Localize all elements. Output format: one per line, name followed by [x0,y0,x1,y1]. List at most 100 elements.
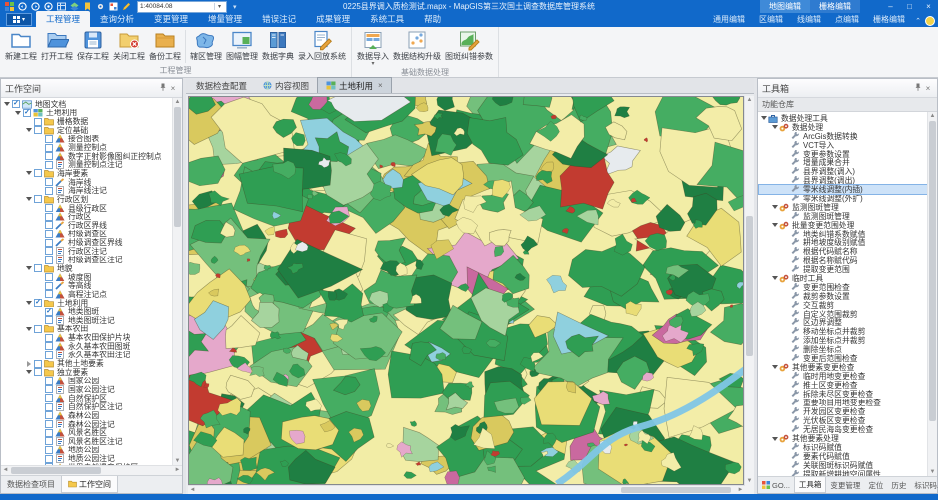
expander-icon[interactable] [771,435,779,443]
layer-tree-item[interactable]: 永久基本农田图斑 [2,342,172,351]
layer-checkbox[interactable] [45,385,53,394]
layer-tree-item[interactable]: 行政区划 [2,195,172,204]
tool-tree-item[interactable]: 变更范围检查 [759,282,927,292]
scrollbar-thumb[interactable] [746,216,753,356]
tool-tree-item[interactable]: 开发园区变更检查 [759,407,927,416]
expander-icon[interactable] [25,325,33,333]
layer-tree-item[interactable]: 行政区界线 [2,221,172,230]
tool-tree-item[interactable]: 数据处理 [759,123,927,132]
vertical-scrollbar[interactable]: ▲ ▼ [172,98,182,465]
expander-icon[interactable] [25,169,33,177]
layer-tree-item[interactable]: 地类图斑注记 [2,316,172,325]
layer-tree-item[interactable]: 测量控制点 [2,143,172,152]
tool-tree-item[interactable]: 监测图斑管理 [759,203,927,212]
tool-tree-item[interactable]: 临时用地变更检查 [759,371,927,381]
layer-tree-item[interactable]: 自然保护区注记 [2,402,172,412]
edit-tab[interactable]: 通用编辑 [706,12,752,27]
scroll-up-icon[interactable]: ▲ [173,98,182,106]
expander-icon[interactable] [14,109,22,117]
layer-checkbox[interactable] [45,273,53,282]
panel-tab[interactable]: 标识码... [910,477,938,493]
layer-tree-item[interactable]: 风景名胜区 [2,428,172,437]
redo-icon[interactable] [30,2,40,12]
layer-checkbox[interactable] [45,445,53,454]
layer-checkbox[interactable] [45,428,53,437]
layer-tree-item[interactable]: ✓ 地图文档 [2,100,172,109]
scrollbar-thumb[interactable] [174,107,181,227]
ribbon-button[interactable]: 保存工程 [75,28,111,65]
tool-tree-item[interactable]: 耕地坡度级别赋值 [759,238,927,247]
layer-tree-item[interactable]: 定位基础 [2,126,172,135]
layer-tree-item[interactable]: 基本农田 [2,325,172,333]
help-bulb-icon[interactable] [925,16,935,26]
layer-checkbox[interactable] [45,411,53,420]
tool-tree-item[interactable]: 关联图斑标识码赋值 [759,460,927,470]
layer-tree-item[interactable]: 国家公园注记 [2,385,172,394]
layer-tree-item[interactable]: 地质公园 [2,445,172,454]
panel-tab[interactable]: GO... [758,477,794,493]
expander-icon[interactable] [771,274,779,282]
ribbon-button[interactable]: 数据字典 [260,28,296,65]
tool-tree-item[interactable]: 要素代码赋值 [759,451,927,461]
layer-tree-item[interactable]: 数字正射影像图纠正控制点 [2,152,172,160]
layer-checkbox[interactable] [45,333,53,342]
document-tab[interactable]: 数据检查配置 [188,78,255,93]
layer-tree-item[interactable]: ✓ 地类图斑 [2,307,172,316]
tool-tree-item[interactable]: 根据代码赋名称 [759,247,927,256]
scroll-right-icon[interactable]: ► [173,466,182,475]
tool-tree-item[interactable]: 自定义范围裁剪 [759,309,927,318]
close-button[interactable]: × [919,0,938,13]
scroll-right-icon[interactable]: ► [736,486,745,495]
panel-tab[interactable]: 工具箱 [793,477,827,493]
layer-tree-item[interactable]: 国家公园 [2,377,172,385]
layer-checkbox[interactable] [34,264,42,273]
mapgis-logo-icon[interactable] [4,2,14,12]
layer-checkbox[interactable] [45,454,53,463]
panel-tab[interactable]: 定位 [864,477,887,493]
bookmark-icon[interactable] [82,2,92,12]
layer-checkbox[interactable] [34,117,42,126]
panel-tab[interactable]: 数据检查项目 [1,476,61,493]
ribbon-button[interactable]: 关闭工程 [111,28,147,65]
tool-tree-item[interactable]: 重要项目用地变更检查 [759,398,927,407]
edit-tab[interactable]: 点编辑 [828,12,866,27]
tool-tree-item[interactable]: 数据处理工具 [759,114,927,123]
tool-tree-item[interactable]: 县界调整(调出) [759,176,927,185]
layer-tree-item[interactable]: ✓ 土地利用 [2,109,172,117]
scroll-down-icon[interactable]: ▼ [745,477,754,485]
close-tab-icon[interactable]: × [378,81,383,90]
map-horizontal-scrollbar[interactable]: ◄ ► [188,485,745,494]
edit-tab[interactable]: 区编辑 [752,12,790,27]
layer-checkbox[interactable] [45,402,53,411]
scrollbar-thumb[interactable] [11,467,101,474]
pin-icon[interactable] [158,83,168,93]
layer-tree-item[interactable]: 村级调查区注记 [2,255,172,265]
layer-checkbox[interactable] [45,134,53,143]
scroll-down-icon[interactable]: ▼ [173,457,182,465]
tool-tree-item[interactable]: 其他要素处理 [759,434,927,443]
scroll-down-icon[interactable]: ▼ [928,468,937,476]
tool-tree-item[interactable]: ArcGis数据转换 [759,131,927,141]
expander-icon[interactable] [25,299,33,307]
ribbon-tab[interactable]: 增量管理 [198,11,252,27]
layer-tree-item[interactable]: 自然保护区 [2,394,172,402]
layer-checkbox[interactable]: ✓ [12,100,20,109]
function-repository-bar[interactable]: 功能仓库 [758,98,937,112]
expander-icon[interactable] [771,221,779,229]
layer-checkbox[interactable] [45,143,53,152]
ribbon-tab[interactable]: 变更管理 [144,11,198,27]
layer-tree-item[interactable]: 其他土地要素 [2,359,172,368]
pencil-icon[interactable] [121,2,131,12]
layer-up-icon[interactable] [69,2,79,12]
layer-checkbox[interactable] [34,368,42,377]
ribbon-button[interactable]: 辖区管理 [188,28,224,65]
pin-icon[interactable] [913,83,923,93]
layer-tree-item[interactable]: 高程注记点 [2,290,172,299]
refresh-icon[interactable] [43,2,53,12]
combobox-arrow-icon[interactable]: ▾ [214,3,224,10]
layer-tree-item[interactable]: 海岸线 [2,178,172,186]
tool-tree-item[interactable]: 交互裁剪 [759,300,927,310]
ribbon-button[interactable]: 数据结构升级 [391,28,443,67]
layer-checkbox[interactable] [34,126,42,135]
ribbon-button[interactable]: 数据导入 ▾ [355,28,391,67]
